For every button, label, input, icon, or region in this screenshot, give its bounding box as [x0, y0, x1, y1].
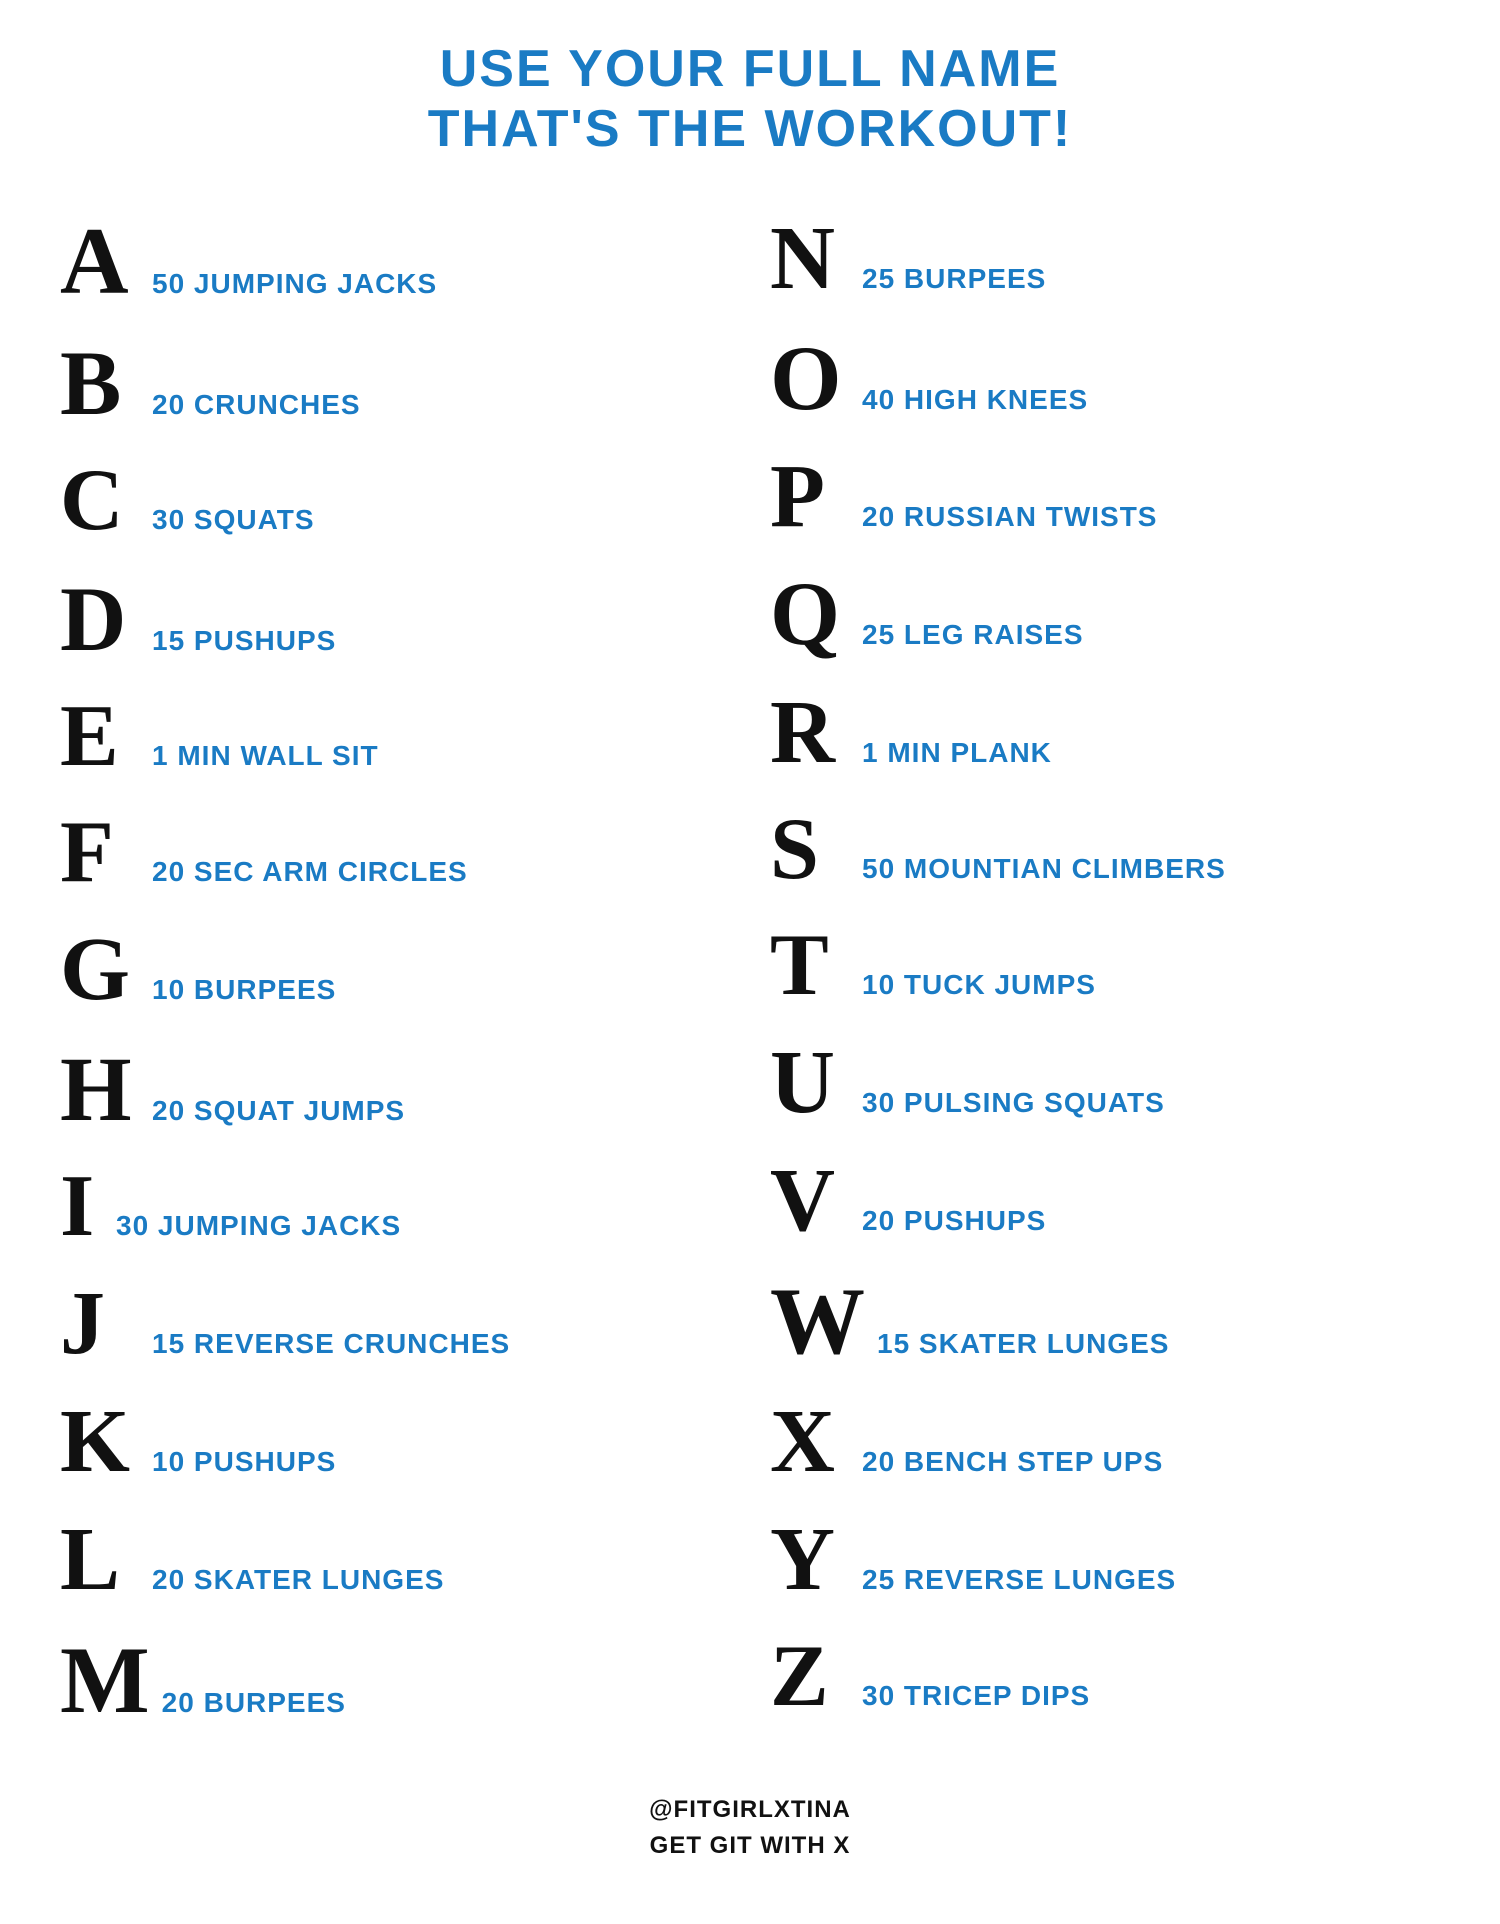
list-item: M 20 BURPEES: [60, 1619, 730, 1742]
letter-c: C: [60, 457, 140, 545]
list-item: D 15 PUSHUPS: [60, 559, 730, 679]
list-item: O 40 HIGH KNEES: [770, 318, 1440, 438]
letter-x: X: [770, 1397, 850, 1487]
list-item: G 10 BURPEES: [60, 911, 730, 1029]
list-item: Y 25 REVERSE LUNGES: [770, 1501, 1440, 1619]
exercise-f: 20 SEC ARM CIRCLES: [152, 855, 468, 889]
footer-line1: @FITGIRLXTINA: [649, 1792, 851, 1828]
exercise-x: 20 BENCH STEP UPS: [862, 1445, 1163, 1479]
letter-q: Q: [770, 570, 850, 660]
exercise-k: 10 PUSHUPS: [152, 1445, 336, 1479]
workout-grid: A 50 JUMPING JACKS B 20 CRUNCHES C 30 SQ…: [60, 200, 1440, 1742]
letter-g: G: [60, 925, 140, 1015]
right-column: N 25 BURPEES O 40 HIGH KNEES P 20 RUSSIA…: [770, 200, 1440, 1742]
footer-line2: GET GIT WITH X: [649, 1828, 851, 1864]
exercise-h: 20 SQUAT JUMPS: [152, 1094, 405, 1128]
exercise-n: 25 BURPEES: [862, 262, 1046, 296]
exercise-z: 30 TRICEP DIPS: [862, 1679, 1090, 1713]
list-item: X 20 BENCH STEP UPS: [770, 1383, 1440, 1501]
letter-y: Y: [770, 1515, 850, 1605]
exercise-v: 20 PUSHUPS: [862, 1204, 1046, 1238]
list-item: I 30 JUMPING JACKS: [60, 1149, 730, 1265]
list-item: S 50 MOUNTIAN CLIMBERS: [770, 792, 1440, 908]
list-item: Z 30 TRICEP DIPS: [770, 1619, 1440, 1735]
left-column: A 50 JUMPING JACKS B 20 CRUNCHES C 30 SQ…: [60, 200, 730, 1742]
exercise-r: 1 MIN PLANK: [862, 736, 1052, 770]
exercise-o: 40 HIGH KNEES: [862, 383, 1088, 417]
exercise-g: 10 BURPEES: [152, 973, 336, 1007]
letter-z: Z: [770, 1633, 850, 1721]
list-item: L 20 SKATER LUNGES: [60, 1501, 730, 1619]
exercise-j: 15 REVERSE CRUNCHES: [152, 1327, 510, 1361]
list-item: C 30 SQUATS: [60, 443, 730, 559]
list-item: U 30 PULSING SQUATS: [770, 1024, 1440, 1142]
letter-b: B: [60, 337, 140, 429]
exercise-w: 15 SKATER LUNGES: [877, 1327, 1169, 1361]
letter-m: M: [60, 1633, 150, 1728]
list-item: P 20 RUSSIAN TWISTS: [770, 438, 1440, 556]
list-item: B 20 CRUNCHES: [60, 323, 730, 443]
header-line1: USE YOUR FULL NAME: [428, 40, 1072, 100]
exercise-y: 25 REVERSE LUNGES: [862, 1563, 1176, 1597]
exercise-t: 10 TUCK JUMPS: [862, 968, 1096, 1002]
letter-t: T: [770, 922, 850, 1010]
exercise-e: 1 MIN WALL SIT: [152, 739, 379, 773]
exercise-c: 30 SQUATS: [152, 503, 315, 537]
list-item: E 1 MIN WALL SIT: [60, 679, 730, 795]
letter-j: J: [60, 1279, 140, 1369]
list-item: Q 25 LEG RAISES: [770, 556, 1440, 674]
list-item: T 10 TUCK JUMPS: [770, 908, 1440, 1024]
letter-h: H: [60, 1043, 140, 1135]
letter-w: W: [770, 1274, 865, 1369]
exercise-i: 30 JUMPING JACKS: [116, 1209, 401, 1243]
page-footer: @FITGIRLXTINA GET GIT WITH X: [649, 1792, 851, 1864]
exercise-a: 50 JUMPING JACKS: [152, 267, 437, 301]
letter-v: V: [770, 1156, 850, 1246]
list-item: K 10 PUSHUPS: [60, 1383, 730, 1501]
list-item: F 20 SEC ARM CIRCLES: [60, 795, 730, 911]
letter-n: N: [770, 214, 850, 304]
exercise-q: 25 LEG RAISES: [862, 618, 1084, 652]
letter-k: K: [60, 1397, 140, 1487]
exercise-b: 20 CRUNCHES: [152, 388, 361, 422]
list-item: V 20 PUSHUPS: [770, 1142, 1440, 1260]
letter-f: F: [60, 809, 140, 897]
letter-l: L: [60, 1515, 140, 1605]
list-item: R 1 MIN PLANK: [770, 674, 1440, 792]
letter-s: S: [770, 806, 850, 894]
exercise-d: 15 PUSHUPS: [152, 624, 336, 658]
list-item: H 20 SQUAT JUMPS: [60, 1029, 730, 1149]
list-item: A 50 JUMPING JACKS: [60, 200, 730, 323]
letter-i: I: [60, 1163, 100, 1251]
header-line2: THAT'S THE WORKOUT!: [428, 100, 1072, 160]
exercise-p: 20 RUSSIAN TWISTS: [862, 500, 1157, 534]
exercise-m: 20 BURPEES: [162, 1686, 346, 1720]
letter-u: U: [770, 1038, 850, 1128]
list-item: W 15 SKATER LUNGES: [770, 1260, 1440, 1383]
list-item: J 15 REVERSE CRUNCHES: [60, 1265, 730, 1383]
list-item: N 25 BURPEES: [770, 200, 1440, 318]
letter-p: P: [770, 452, 850, 542]
exercise-l: 20 SKATER LUNGES: [152, 1563, 444, 1597]
page-header: USE YOUR FULL NAME THAT'S THE WORKOUT!: [428, 40, 1072, 160]
letter-o: O: [770, 332, 850, 424]
exercise-u: 30 PULSING SQUATS: [862, 1086, 1165, 1120]
exercise-s: 50 MOUNTIAN CLIMBERS: [862, 852, 1226, 886]
letter-e: E: [60, 693, 140, 781]
letter-a: A: [60, 214, 140, 309]
letter-d: D: [60, 573, 140, 665]
letter-r: R: [770, 688, 850, 778]
